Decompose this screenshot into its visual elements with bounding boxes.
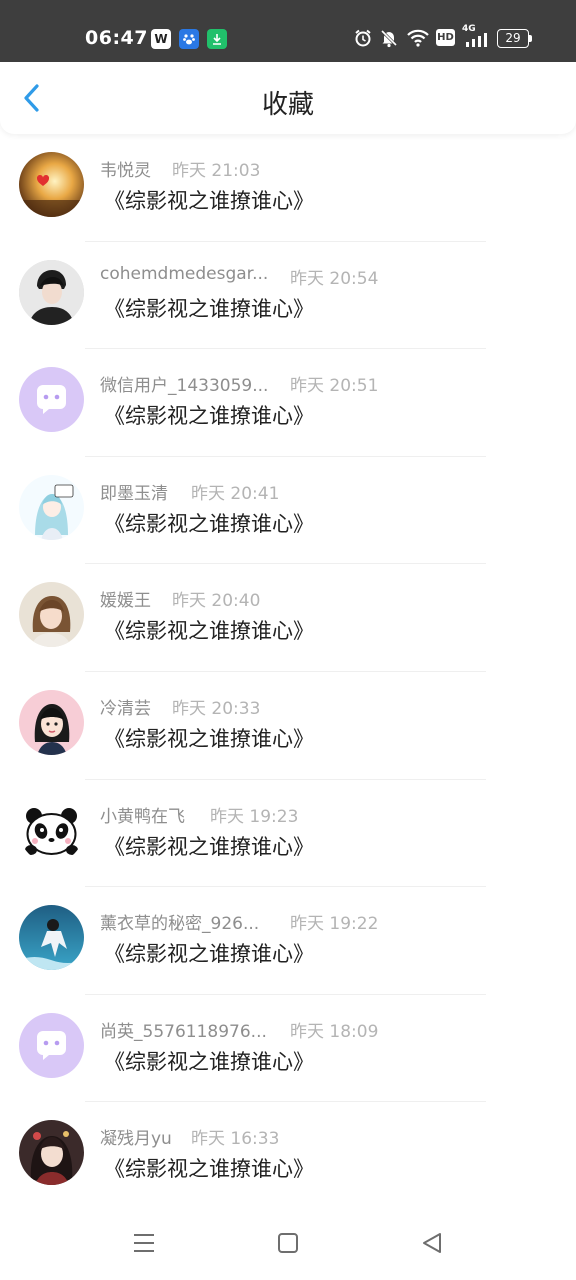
status-bar: 06:47 W HD 4G 29 (0, 0, 576, 62)
photo-sunset-heart-icon (19, 152, 84, 217)
list-item[interactable]: 小黄鸭在飞 昨天 19:23 《综影视之谁撩谁心》 (0, 780, 576, 888)
mute-icon (379, 28, 399, 48)
avatar[interactable]: … (19, 259, 84, 325)
list-item[interactable]: 凝残月yu 昨天 16:33 《综影视之谁撩谁心》 (0, 1102, 576, 1210)
page-title: 收藏 (261, 90, 314, 120)
default-chat-bubble-icon (19, 1012, 84, 1078)
book-title[interactable]: 《综影视之谁撩谁心》 (104, 1153, 314, 1183)
hd-icon: HD (436, 29, 455, 46)
photo-girl-icon (19, 582, 84, 648)
book-title[interactable]: 《综影视之谁撩谁心》 (104, 831, 314, 861)
item-time: 昨天 19:23 (210, 806, 299, 827)
item-meta: 冷清芸 昨天 20:33 (100, 694, 260, 719)
book-title[interactable]: 《综影视之谁撩谁心》 (104, 938, 314, 968)
anime-dark-icon (19, 1120, 84, 1186)
user-name: 冷清芸 (100, 698, 151, 719)
navigation-bar (0, 1206, 576, 1280)
battery-icon: 29 (497, 29, 529, 48)
avatar[interactable] (19, 689, 84, 755)
user-name: 凝残月yu (100, 1129, 172, 1150)
list-item[interactable]: … cohemdmedesgar... 昨天 20:54 《综影视之谁撩谁心》 (0, 242, 576, 350)
avatar[interactable] (19, 1120, 84, 1186)
list-item[interactable]: 微信用户_1433059... 昨天 20:51 《综影视之谁撩谁心》 (0, 349, 576, 457)
anime-scene-icon (19, 905, 84, 971)
avatar[interactable] (19, 797, 84, 863)
list-item[interactable]: 冷清芸 昨天 20:33 《综影视之谁撩谁心》 (0, 672, 576, 780)
book-title[interactable]: 《综影视之谁撩谁心》 (104, 723, 314, 753)
item-time: 昨天 20:51 (290, 376, 379, 397)
user-name: 尚英_5576118976... (100, 1021, 267, 1042)
home-icon[interactable] (273, 1228, 303, 1258)
wifi-icon (406, 28, 430, 48)
book-title[interactable]: 《综影视之谁撩谁心》 (104, 615, 314, 645)
menu-icon[interactable] (129, 1228, 159, 1258)
svg-text:…: … (24, 315, 32, 324)
download-icon (207, 29, 227, 49)
favorites-list: 韦悦灵 昨天 21:03 《综影视之谁撩谁心》 … cohemdmedesgar… (0, 134, 576, 1210)
item-time: 昨天 18:09 (290, 1021, 379, 1042)
user-name: 薰衣草的秘密_926... (100, 914, 260, 935)
user-name: 媛媛王 (100, 591, 151, 612)
item-meta: 微信用户_1433059... 昨天 20:51 (100, 371, 378, 397)
back-triangle-icon[interactable] (417, 1228, 447, 1258)
item-time: 昨天 20:40 (172, 591, 261, 612)
anime-girl-icon (19, 474, 84, 540)
user-name: 韦悦灵 (100, 161, 151, 181)
book-title[interactable]: 《综影视之谁撩谁心》 (104, 400, 314, 430)
list-item[interactable]: 韦悦灵 昨天 21:03 《综影视之谁撩谁心》 (0, 134, 576, 242)
avatar[interactable] (19, 367, 84, 433)
status-time: 06:47 (85, 27, 148, 49)
item-meta: 小黄鸭在飞 昨天 19:23 (100, 802, 298, 827)
user-name: 小黄鸭在飞 (100, 806, 185, 827)
item-time: 昨天 20:54 (290, 268, 379, 289)
photo-boy-icon: … (19, 259, 84, 325)
baidu-icon (179, 29, 199, 49)
user-name: cohemdmedesgar... (100, 263, 269, 284)
header: 收藏 (0, 62, 576, 134)
list-item[interactable]: 薰衣草的秘密_926... 昨天 19:22 《综影视之谁撩谁心》 (0, 887, 576, 995)
item-time: 昨天 20:41 (191, 483, 280, 504)
item-meta: 薰衣草的秘密_926... 昨天 19:22 (100, 909, 378, 935)
alarm-icon (353, 28, 373, 48)
item-meta: 凝残月yu 昨天 16:33 (100, 1124, 279, 1150)
item-meta: 媛媛王 昨天 20:40 (100, 586, 260, 612)
signal-icon (464, 33, 488, 47)
user-name: 即墨玉清 (100, 483, 168, 504)
book-title[interactable]: 《综影视之谁撩谁心》 (104, 1046, 314, 1076)
avatar[interactable] (19, 1012, 84, 1078)
item-time: 昨天 16:33 (191, 1129, 280, 1150)
item-meta: 即墨玉清 昨天 20:41 (100, 479, 279, 504)
book-title[interactable]: 《综影视之谁撩谁心》 (104, 185, 314, 215)
panda-icon (19, 797, 84, 863)
avatar[interactable] (19, 152, 84, 217)
list-item[interactable]: 即墨玉清 昨天 20:41 《综影视之谁撩谁心》 (0, 457, 576, 565)
list-item[interactable]: 尚英_5576118976... 昨天 18:09 《综影视之谁撩谁心》 (0, 995, 576, 1103)
book-title[interactable]: 《综影视之谁撩谁心》 (104, 508, 314, 538)
avatar[interactable] (19, 905, 84, 971)
item-meta: 尚英_5576118976... 昨天 18:09 (100, 1017, 378, 1042)
item-meta: 韦悦灵 昨天 21:03 (100, 156, 260, 181)
battery-nub (529, 35, 532, 42)
default-chat-bubble-icon (19, 367, 84, 433)
item-time: 昨天 21:03 (172, 161, 261, 181)
item-meta: cohemdmedesgar... 昨天 20:54 (100, 263, 378, 289)
avatar[interactable] (19, 474, 84, 540)
item-time: 昨天 20:33 (172, 698, 261, 719)
item-time: 昨天 19:22 (290, 914, 379, 935)
user-name: 微信用户_1433059... (100, 376, 269, 397)
book-title[interactable]: 《综影视之谁撩谁心》 (104, 293, 314, 323)
cartoon-girl-icon (19, 689, 84, 755)
avatar[interactable] (19, 582, 84, 648)
wps-icon: W (151, 29, 171, 49)
list-item[interactable]: 媛媛王 昨天 20:40 《综影视之谁撩谁心》 (0, 564, 576, 672)
